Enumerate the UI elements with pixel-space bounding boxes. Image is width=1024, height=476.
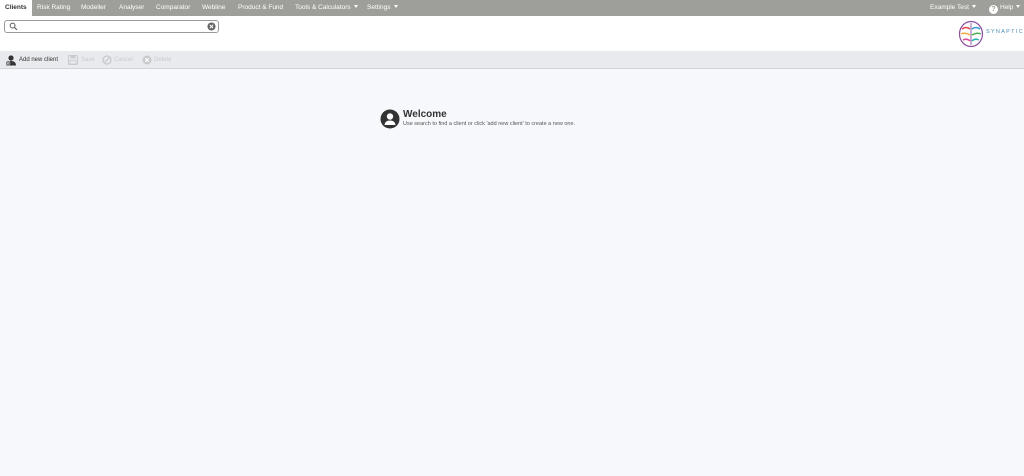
client-search[interactable] — [4, 20, 219, 33]
caret-down-icon — [1016, 5, 1021, 8]
delete-label: Delete — [154, 57, 172, 63]
logo-text: SYNAPTIC — [986, 29, 1024, 35]
user-avatar-icon — [380, 109, 400, 129]
caret-down-icon — [393, 5, 398, 8]
nav-tab-settings-label: Settings — [367, 4, 391, 11]
caret-down-icon — [353, 5, 358, 8]
nav-tab-tools-calculators[interactable]: Tools & Calculators — [295, 0, 358, 16]
save-button[interactable]: Save — [68, 54, 98, 66]
clear-search-icon[interactable] — [207, 22, 216, 31]
search-icon — [9, 22, 18, 31]
save-icon — [68, 55, 78, 65]
cancel-icon — [102, 55, 112, 65]
help-menu[interactable]: ? Help — [989, 0, 1021, 16]
add-client-label: Add new client — [19, 57, 59, 63]
nav-tab-settings[interactable]: Settings — [367, 0, 398, 16]
help-menu-label: Help — [1000, 4, 1014, 11]
top-navigation-bar: Clients Risk Rating Modeller Analyser Co… — [0, 0, 1024, 16]
add-client-button[interactable]: Add new client — [5, 54, 63, 66]
nav-tab-clients[interactable]: Clients — [0, 0, 32, 16]
nav-tab-modeller[interactable]: Modeller — [81, 0, 106, 16]
nav-tab-product-fund[interactable]: Product & Fund — [238, 0, 283, 16]
help-icon: ? — [989, 5, 998, 14]
caret-down-icon — [971, 5, 976, 8]
search-input[interactable] — [19, 21, 199, 32]
user-menu[interactable]: Example Test — [930, 0, 976, 16]
client-toolbar: Add new client Save Cancel Delete — [0, 51, 1024, 69]
nav-tab-risk-rating[interactable]: Risk Rating — [37, 0, 70, 16]
delete-icon — [142, 55, 152, 65]
synaptic-logo-icon — [958, 20, 984, 48]
add-user-icon — [5, 55, 16, 66]
user-menu-label: Example Test — [930, 4, 969, 11]
nav-tab-comparator[interactable]: Comparator — [156, 0, 190, 16]
nav-tab-analyser[interactable]: Analyser — [119, 0, 144, 16]
delete-button[interactable]: Delete — [142, 54, 176, 66]
nav-tab-tools-calculators-label: Tools & Calculators — [295, 4, 351, 11]
welcome-title: Welcome — [403, 109, 447, 120]
welcome-text: Use search to find a client or click 'ad… — [403, 121, 576, 127]
welcome-panel: Welcome Use search to find a client or c… — [380, 109, 640, 131]
cancel-label: Cancel — [114, 57, 133, 63]
nav-tab-webline[interactable]: Webline — [202, 0, 225, 16]
save-label: Save — [81, 57, 95, 63]
cancel-button[interactable]: Cancel — [102, 54, 138, 66]
